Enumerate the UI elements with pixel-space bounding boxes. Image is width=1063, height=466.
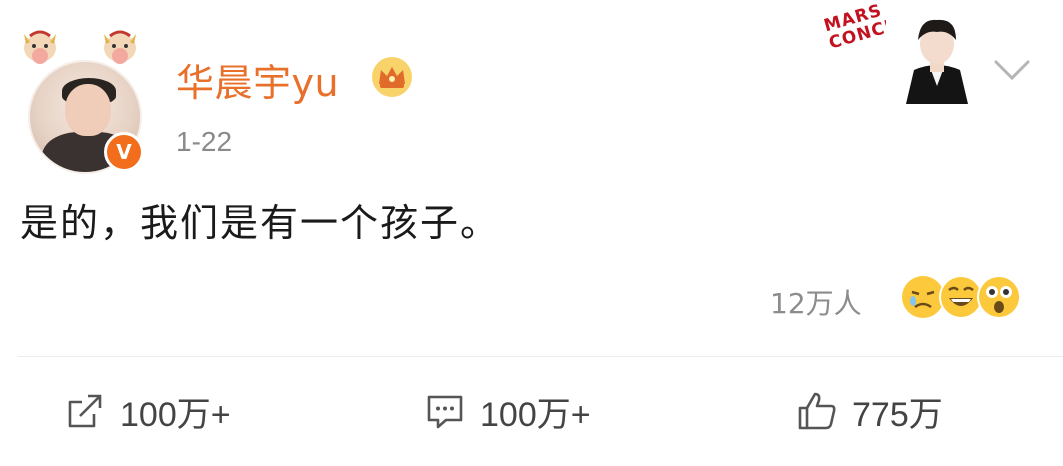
crown-icon (372, 57, 412, 97)
cow-decoration-icon (24, 30, 56, 64)
like-button[interactable]: 775万 (796, 388, 943, 434)
cow-decoration-icon (104, 30, 136, 64)
post-content: 是的，我们是有一个孩子。 (20, 201, 501, 245)
share-icon (68, 394, 102, 428)
share-button[interactable]: 100万+ (64, 388, 231, 434)
share-count: 100万+ (120, 395, 231, 434)
chevron-down-icon[interactable] (992, 58, 1032, 82)
like-count: 775万 (852, 395, 943, 434)
username[interactable]: 华晨宇yu (176, 52, 339, 107)
promo-person-image (886, 10, 988, 104)
divider (18, 356, 1063, 357)
reaction-count[interactable]: 12万人 (770, 282, 862, 322)
verified-badge-icon: V (104, 132, 144, 172)
weibo-post: V 华晨宇yu 1-22 MARS CONCERT 是的，我们是有一个孩子。 1… (0, 0, 1063, 466)
post-timestamp: 1-22 (176, 126, 233, 157)
avatar[interactable]: V (16, 20, 156, 174)
thumbs-up-icon (798, 392, 836, 430)
comment-count: 100万+ (480, 395, 591, 434)
comment-icon (427, 395, 463, 429)
shocked-face-icon (977, 275, 1021, 319)
comment-button[interactable]: 100万+ (424, 388, 591, 434)
promo-card[interactable]: MARS CONCERT (822, 1, 988, 104)
